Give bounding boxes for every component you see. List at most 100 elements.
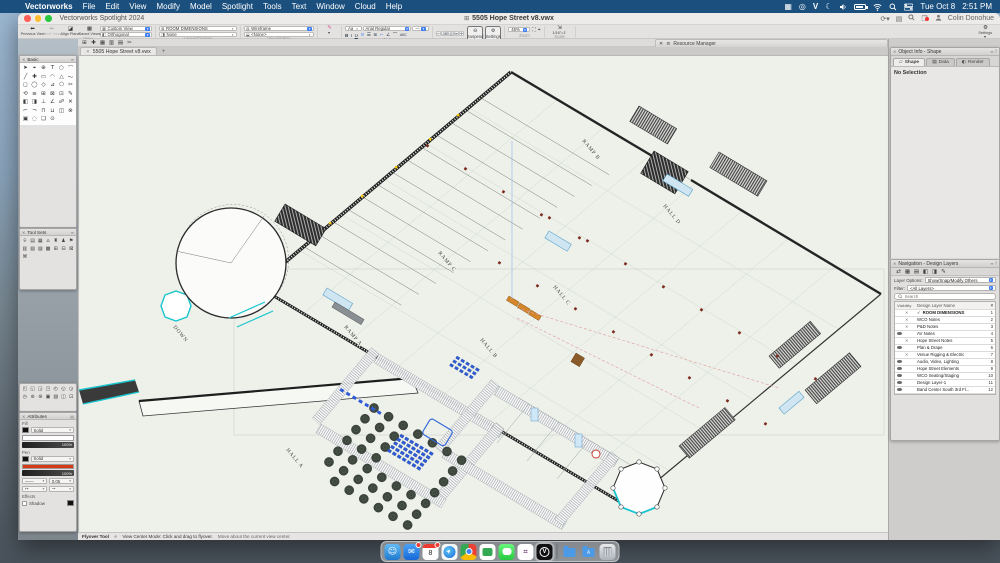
tool-icon[interactable]: ⊞ — [39, 90, 48, 99]
menu-date[interactable]: Tue Oct 8 — [920, 3, 955, 11]
tool-icon[interactable]: ▤ — [29, 237, 37, 245]
render-mode-dropdown[interactable]: ◍Wireframe▾ — [244, 26, 314, 31]
zoom-window-button[interactable] — [45, 15, 52, 22]
tool-icon[interactable]: ◳ — [44, 385, 52, 393]
user-avatar-icon[interactable] — [935, 14, 942, 23]
menu-vectorworks[interactable]: Vectorworks — [20, 2, 78, 11]
menu-cloud[interactable]: Cloud — [350, 2, 381, 11]
control-center-icon[interactable] — [904, 3, 913, 11]
attributes-close-icon[interactable]: ✕ — [22, 414, 25, 419]
layers-table-header[interactable]: Visibility Design Layer Name # — [895, 302, 995, 310]
visibility-x-icon[interactable]: ✕ — [905, 317, 908, 322]
tool-icon[interactable]: ▥ — [107, 39, 116, 48]
tool-icon[interactable]: ◇ — [39, 81, 48, 90]
tool-icon[interactable]: ▣ — [21, 115, 30, 124]
pen-color-bar[interactable] — [22, 464, 74, 470]
font-size-dropdown[interactable]: —▾ — [412, 26, 428, 31]
user-name[interactable]: Colin Donohue — [948, 15, 994, 22]
tool-icon[interactable]: ✚ — [30, 73, 39, 82]
visibility-eye-icon[interactable] — [897, 381, 902, 384]
tool-icon[interactable]: ◻ — [21, 81, 30, 90]
vectorworks-dock-icon[interactable]: V — [537, 544, 553, 560]
tool-icon[interactable]: ▦ — [98, 39, 107, 48]
resource-manager-bar[interactable]: ✕ ≡ Resource Manager — [655, 39, 888, 47]
font-dropdown[interactable]: Arial Regular▾ — [363, 26, 411, 31]
abc-spellcheck-icon[interactable]: ABC — [400, 33, 407, 37]
line-style-dropdown[interactable]: ——▾ — [22, 478, 47, 484]
slack-dock-icon[interactable]: ⌗ — [518, 544, 534, 560]
navigation-menu-icon[interactable]: ≡ ? — [990, 261, 997, 266]
layer-search-input[interactable] — [905, 294, 992, 299]
tool-icon[interactable]: ⊚ — [29, 393, 37, 401]
layer-row-2[interactable]: ✕WCO Notes2 — [895, 317, 995, 324]
minimize-window-button[interactable] — [35, 15, 42, 22]
tool-icon[interactable]: ⊥ — [39, 98, 48, 107]
tool-sets-menu-icon[interactable]: ≡ — [71, 230, 74, 235]
tool-icon[interactable]: ▭ — [39, 73, 48, 82]
fill-style-dropdown[interactable]: Solid▾ — [31, 427, 75, 433]
titlebar-search-icon[interactable] — [908, 14, 915, 23]
pen-opacity-slider[interactable]: 100% — [22, 470, 74, 476]
visibility-eye-icon[interactable] — [897, 367, 902, 370]
tool-icon[interactable]: ▨ — [52, 393, 60, 401]
tool-icon[interactable] — [44, 253, 52, 261]
tool-icon[interactable]: ◌ — [30, 115, 39, 124]
tool-icon[interactable]: ▦ — [903, 267, 912, 276]
underline-button[interactable]: U — [355, 33, 358, 38]
notifications-icon[interactable]: ❒ — [921, 15, 928, 23]
marker-start-dropdown[interactable]: ↦▾ — [22, 486, 47, 492]
tool-icon[interactable] — [67, 253, 75, 261]
tool-icon[interactable]: ▩ — [44, 245, 52, 253]
menu-edit[interactable]: Edit — [100, 2, 124, 11]
tool-icon[interactable]: ▨ — [36, 245, 44, 253]
layer-options-dropdown[interactable]: Show/Snap/Modify Others▾ — [925, 277, 996, 283]
tab-render[interactable]: ◐Render — [956, 58, 990, 66]
tool-icon[interactable]: ♜ — [52, 237, 60, 245]
tool-icon[interactable]: ⚑ — [67, 237, 75, 245]
attributes-menu-icon[interactable]: ▤ — [70, 414, 74, 419]
fit-objects-icon[interactable]: ⛶ — [532, 27, 536, 33]
tool-icon[interactable]: ❏ — [39, 115, 48, 124]
layer-row-12[interactable]: Band Center South 3rd Fl...12 — [895, 387, 995, 394]
tool-icon[interactable]: ∠ — [48, 98, 57, 107]
tool-icon[interactable]: ▤ — [116, 39, 125, 48]
sync-icon[interactable]: ⟳▾ — [880, 15, 889, 23]
tool-icon[interactable] — [29, 253, 37, 261]
camera-icon[interactable]: ◎ — [799, 3, 806, 11]
tool-icon[interactable]: ◰ — [21, 385, 29, 393]
layer-row-7[interactable]: ✕Venue Rigging & Electric7 — [895, 352, 995, 359]
tool-icon[interactable]: ◲ — [36, 385, 44, 393]
menu-view[interactable]: View — [124, 2, 151, 11]
safari-dock-icon[interactable]: ➤ — [442, 544, 458, 560]
tool-icon[interactable]: ⊿ — [48, 81, 57, 90]
tool-icon[interactable] — [60, 253, 68, 261]
layer-search-field[interactable] — [894, 293, 996, 300]
fill-swatch[interactable] — [22, 427, 29, 433]
wifi-icon[interactable] — [873, 3, 882, 11]
tool-icon[interactable]: ⊗ — [66, 107, 75, 116]
next-view-button[interactable]: ➡Next View — [43, 27, 60, 36]
basic-palette-menu-icon[interactable]: ≡ — [71, 57, 74, 62]
menu-file[interactable]: File — [78, 2, 101, 11]
tool-icon[interactable]: ⊙ — [48, 115, 57, 124]
tool-icon[interactable]: ◨ — [930, 267, 939, 276]
chat-dock-icon[interactable] — [480, 544, 496, 560]
tool-icon[interactable]: ▧ — [29, 245, 37, 253]
calendar-dock-icon[interactable]: 8 — [423, 544, 439, 560]
tool-icon[interactable]: ✂ — [66, 81, 75, 90]
layer-row-10[interactable]: WCO Seating/Staging10 — [895, 373, 995, 380]
object-info-close-icon[interactable]: ✕ — [893, 49, 896, 54]
tab-close-icon[interactable]: ✕ — [86, 49, 90, 55]
tool-icon[interactable] — [36, 253, 44, 261]
vectorworks-updater-icon[interactable]: V — [813, 3, 818, 11]
tool-icon[interactable]: ✛ — [459, 31, 464, 37]
tool-icon[interactable]: ◯ — [30, 81, 39, 90]
tool-icon[interactable]: △ — [57, 73, 66, 82]
tool-icon[interactable]: ⌒ — [66, 64, 75, 73]
italic-button[interactable]: I — [351, 33, 352, 38]
tool-icon[interactable]: ⊡ — [57, 90, 66, 99]
tool-icon[interactable]: ⇄ — [894, 267, 903, 276]
tool-sets-close-icon[interactable]: ✕ — [22, 230, 25, 235]
tool-icon[interactable]: ⊡ — [67, 393, 75, 401]
tool-icon[interactable]: ▣ — [44, 393, 52, 401]
